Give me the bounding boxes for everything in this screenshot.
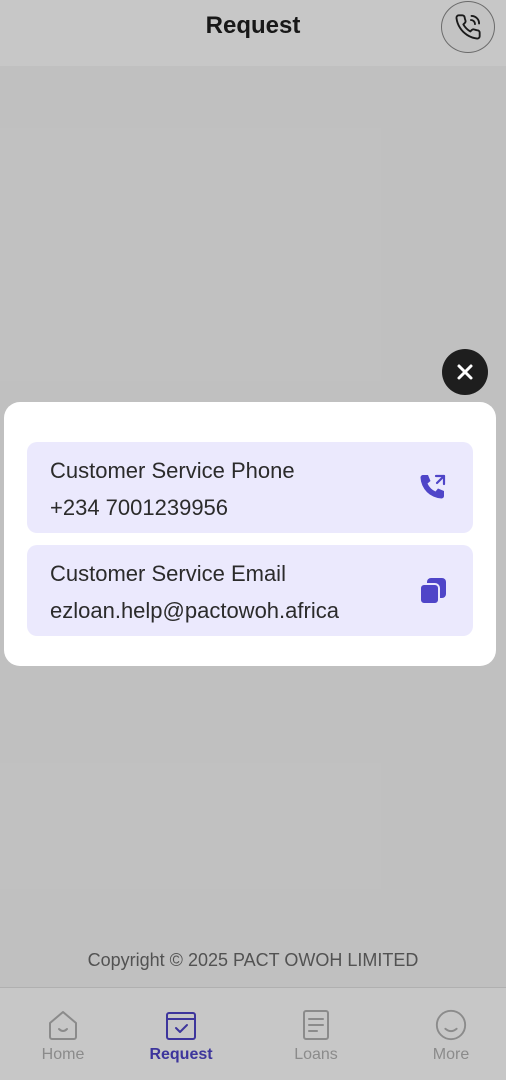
close-icon xyxy=(457,364,473,380)
copy-button[interactable] xyxy=(415,573,451,609)
phone-card-label: Customer Service Phone xyxy=(50,458,295,483)
email-card-value: ezloan.help@pactowoh.africa xyxy=(50,598,339,623)
email-card[interactable]: Customer Service Email ezloan.help@pacto… xyxy=(27,545,473,636)
email-card-label: Customer Service Email xyxy=(50,561,286,586)
contact-modal: Customer Service Phone +234 7001239956 C… xyxy=(4,402,496,666)
call-icon xyxy=(420,474,446,499)
call-button[interactable] xyxy=(415,470,451,506)
copy-icon xyxy=(419,578,446,605)
close-button[interactable] xyxy=(442,349,488,395)
phone-card-value: +234 7001239956 xyxy=(50,495,229,520)
phone-card[interactable]: Customer Service Phone +234 7001239956 xyxy=(27,442,473,533)
